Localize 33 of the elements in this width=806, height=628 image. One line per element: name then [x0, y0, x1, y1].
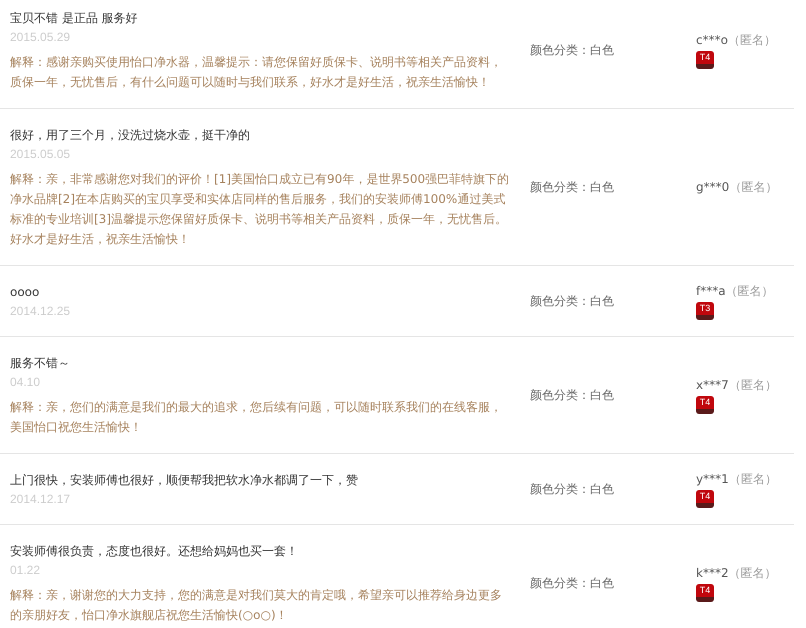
review-text: 宝贝不错 是正品 服务好 [10, 10, 139, 27]
product-spec: 颜色分类：白色 [530, 293, 614, 310]
anonymous-label: （匿名） [728, 377, 777, 394]
buyer-level-badge: T3 [696, 302, 714, 320]
product-spec: 颜色分类：白色 [530, 387, 614, 404]
product-spec: 颜色分类：白色 [530, 575, 614, 592]
username: g***0 [696, 179, 730, 196]
review-text: 上门很快，安装师傅也很好，顺便帮我把软水净水都调了一下，赞 [10, 472, 359, 489]
buyer-level-badge: T4 [696, 396, 714, 414]
product-spec: 颜色分类：白色 [530, 179, 614, 196]
buyer-level-badge: T4 [696, 490, 714, 508]
product-spec: 颜色分类：白色 [530, 481, 614, 498]
anonymous-label: （匿名） [728, 565, 777, 582]
username: y***1 [696, 471, 729, 488]
anonymous-label: （匿名） [729, 179, 778, 196]
review-text: 服务不错～ [10, 355, 71, 372]
seller-reply: 解释：亲，您们的满意是我们的最大的追求，您后续有问题，可以随时联系我们的在线客服，美国怡口祝您生活愉快！ [10, 399, 503, 436]
username: c***o [696, 32, 728, 49]
buyer-level-badge: T4 [696, 51, 714, 69]
username: f***a [696, 283, 726, 300]
seller-reply: 解释：亲，非常感谢您对我们的评价！[1]美国怡口成立已有90年，是世界500强巴菲特旗下的净水品牌[2]在本店购买的宝贝享受和实体店同样的售后服务，我们的安装师傅100%通过美式标准的专业培训[3]温馨提示您保留好质保卡、说明书等相关产品资料，质保一年，无忧售后。好水才是好生活，祝亲生活愉快！ [10, 171, 510, 248]
seller-reply: 解释：亲，谢谢您的大力支持，您的满意是对我们莫大的肯定哦，希望亲可以推荐给身边更多的亲朋好友，怡口净水旗舰店祝您生活愉快(○o○)！ [10, 587, 503, 624]
anonymous-label: （匿名） [728, 32, 776, 49]
review-text: oooo [10, 284, 40, 301]
review-text: 安装师傅很负责，态度也很好。还想给妈妈也买一套！ [10, 543, 299, 560]
review-text: 很好，用了三个月，没洗过烧水壶，挺干净的 [10, 127, 251, 144]
product-spec: 颜色分类：白色 [530, 42, 614, 59]
username: x***7 [696, 377, 729, 394]
buyer-level-badge: T4 [696, 584, 714, 602]
seller-reply: 解释：感谢亲购买使用怡口净水器，温馨提示：请您保留好质保卡、说明书等相关产品资料，质保一年，无忧售后，有什么问题可以随时与我们联系，好水才是好生活，祝亲生活愉快！ [10, 54, 503, 91]
anonymous-label: （匿名） [726, 283, 774, 300]
anonymous-label: （匿名） [728, 471, 777, 488]
username: k***2 [696, 565, 729, 582]
